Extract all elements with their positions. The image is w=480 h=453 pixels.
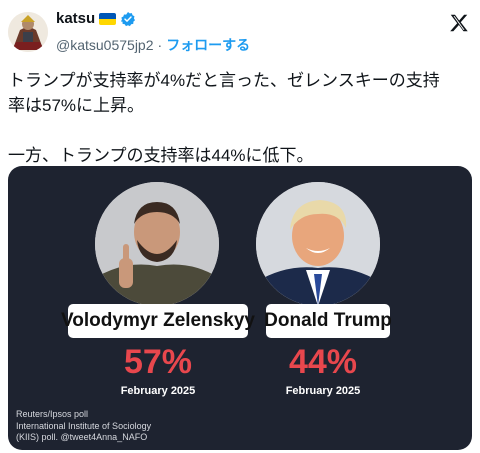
zelenskyy-approval-percent: 57% bbox=[123, 343, 193, 381]
separator-dot: · bbox=[157, 37, 163, 53]
trump-photo bbox=[256, 182, 380, 306]
avatar[interactable] bbox=[8, 12, 48, 52]
zelenskyy-poll-date: February 2025 bbox=[120, 385, 196, 397]
tweet-text-line: 一方、トランプの支持率は44%に低下。 bbox=[8, 146, 314, 165]
source-line: Reuters/Ipsos poll bbox=[16, 409, 89, 419]
display-name[interactable]: katsu bbox=[56, 10, 95, 27]
source-line: International Institute of Sociology bbox=[16, 420, 152, 431]
trump-poll-date: February 2025 bbox=[285, 385, 361, 397]
verified-badge-icon bbox=[121, 11, 136, 26]
tweet-text-line: 率は57%に上昇。 bbox=[8, 96, 145, 115]
tweet-header: katsu @katsu0575jp2 · フォローする bbox=[0, 0, 480, 60]
user-handle[interactable]: @katsu0575jp2 bbox=[56, 37, 154, 53]
attached-image[interactable]: Volodymyr Zelenskyy Donald Trump 57% 44%… bbox=[8, 166, 472, 450]
handle-row: @katsu0575jp2 · フォローする bbox=[56, 35, 250, 55]
tweet-text-line: トランプが支持率が4%だと言った、ゼレンスキーの支持 bbox=[8, 71, 440, 90]
tweet-text: トランプが支持率が4%だと言った、ゼレンスキーの支持 率は57%に上昇。 一方、… bbox=[8, 68, 470, 168]
name-row: katsu bbox=[56, 10, 136, 27]
zelenskyy-photo bbox=[95, 182, 219, 306]
x-logo-icon[interactable] bbox=[448, 12, 470, 34]
ukraine-flag-icon bbox=[99, 12, 117, 25]
zelenskyy-name-label: Volodymyr Zelenskyy bbox=[61, 304, 255, 338]
source-line: (KIIS) poll. @tweet4Anna_NAFO bbox=[16, 432, 148, 442]
trump-name-label: Donald Trump bbox=[264, 304, 392, 338]
poll-source-note: Reuters/Ipsos poll International Institu… bbox=[16, 409, 296, 444]
follow-button[interactable]: フォローする bbox=[166, 35, 250, 55]
trump-approval-percent: 44% bbox=[288, 343, 358, 381]
